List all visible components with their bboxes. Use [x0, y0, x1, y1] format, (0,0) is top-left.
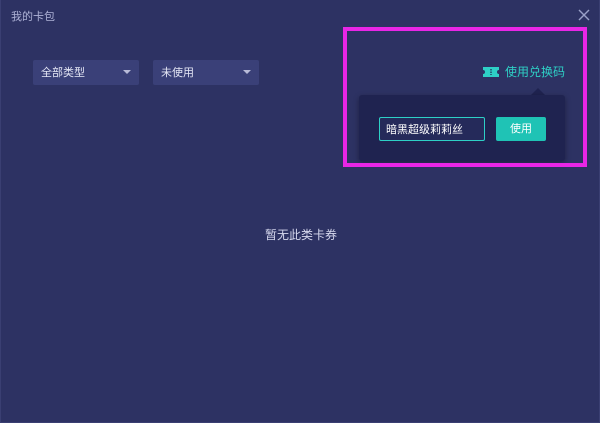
type-filter-value: 全部类型 — [41, 66, 85, 79]
card-wallet-window: 我的卡包 全部类型 未使用 使用兑换码 使用 暂无此类卡券 — [0, 0, 600, 423]
redeem-link-label: 使用兑换码 — [505, 65, 566, 79]
status-filter-select[interactable]: 未使用 — [153, 60, 259, 85]
window-title: 我的卡包 — [11, 10, 55, 23]
ticket-icon — [483, 67, 499, 77]
use-redeem-code-link[interactable]: 使用兑换码 — [482, 63, 565, 81]
popover-arrow — [531, 88, 545, 95]
redeem-code-input[interactable] — [379, 117, 485, 141]
title-bar: 我的卡包 — [1, 0, 600, 32]
use-button[interactable]: 使用 — [496, 117, 546, 141]
close-button[interactable] — [575, 6, 593, 24]
chevron-down-icon — [123, 70, 131, 74]
close-icon — [578, 9, 590, 21]
status-filter-value: 未使用 — [161, 66, 194, 79]
empty-state-message: 暂无此类卡券 — [264, 228, 337, 242]
type-filter-select[interactable]: 全部类型 — [33, 60, 139, 85]
chevron-down-icon — [243, 70, 251, 74]
